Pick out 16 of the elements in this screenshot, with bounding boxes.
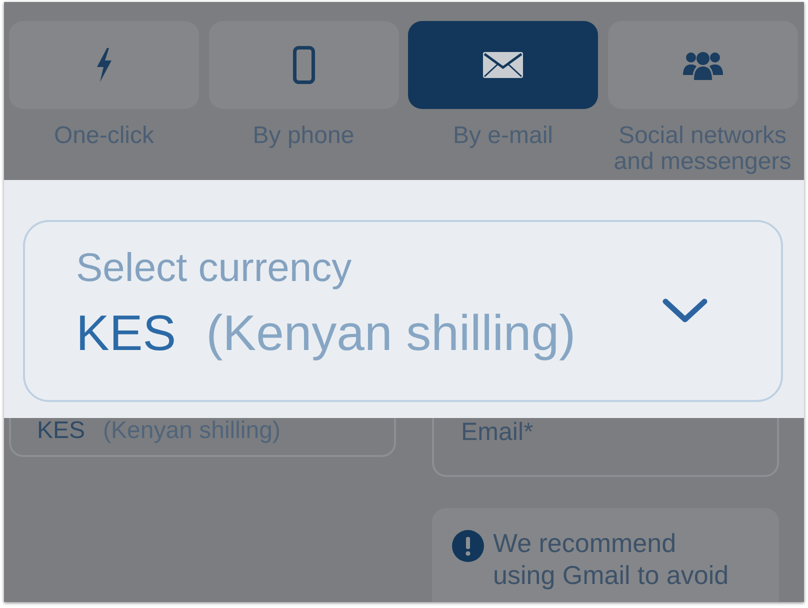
field-label: Select currency xyxy=(76,245,352,291)
currency-name: (Kenyan shilling) xyxy=(206,305,576,361)
envelope-icon xyxy=(483,52,523,78)
lightning-icon xyxy=(95,48,113,82)
info-icon xyxy=(452,530,484,562)
email-field[interactable]: Email* xyxy=(432,418,779,477)
currency-code: KES xyxy=(76,305,176,361)
chevron-down-icon xyxy=(662,298,708,324)
tab-button[interactable] xyxy=(208,21,398,109)
currency-code: KES xyxy=(37,419,86,443)
notice-text: We recommend using Gmail to avoid xyxy=(493,527,730,591)
phone-icon xyxy=(292,46,314,84)
tab-button[interactable] xyxy=(608,21,798,109)
tab-button[interactable] xyxy=(408,21,598,109)
currency-select[interactable]: Select currency KES (Kenyan shilling) xyxy=(23,220,783,402)
people-icon xyxy=(682,50,722,80)
